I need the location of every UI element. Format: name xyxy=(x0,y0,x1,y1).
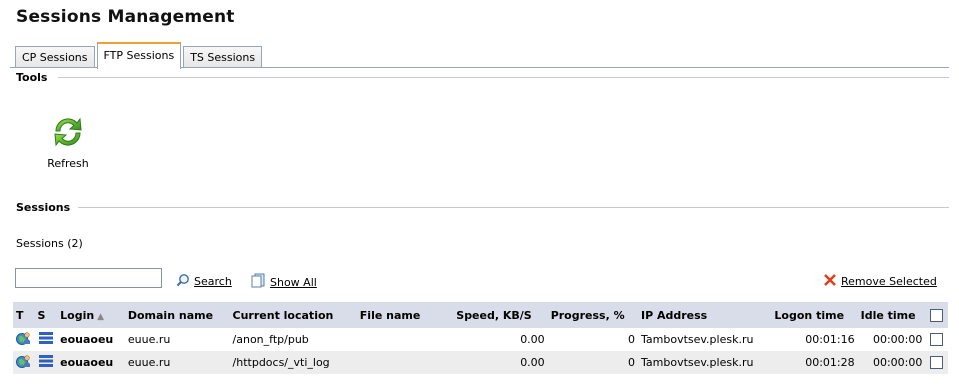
speed-cell: 0.00 xyxy=(520,333,545,346)
sessions-table: T S Login ▲ Domain name Current location … xyxy=(13,302,948,374)
search-icon xyxy=(176,273,194,290)
column-header-status[interactable]: S xyxy=(34,302,58,328)
progress-cell: 0 xyxy=(547,351,638,374)
select-cell xyxy=(925,351,948,374)
domain-cell: euue.ru xyxy=(127,333,171,346)
column-header-ip[interactable]: IP Address xyxy=(638,302,772,328)
sort-ascending-icon: ▲ xyxy=(97,311,105,322)
page-title: Sessions Management xyxy=(16,7,235,27)
location-cell: /anon_ftp/pub xyxy=(232,333,309,346)
idle-time-cell: 00:00:00 xyxy=(872,333,923,346)
file-name-cell xyxy=(357,328,453,351)
sessions-section-header: Sessions xyxy=(16,201,70,214)
search-label: Search xyxy=(194,275,232,288)
file-name-cell xyxy=(356,351,454,374)
refresh-icon xyxy=(50,114,86,153)
select-all-checkbox[interactable] xyxy=(930,308,944,322)
remove-icon xyxy=(823,273,841,290)
session-status-icon xyxy=(38,355,54,371)
logon-time-cell: 00:01:28 xyxy=(771,351,858,374)
tab-ftp-sessions[interactable]: FTP Sessions xyxy=(96,42,182,69)
session-type-cell xyxy=(13,351,35,374)
session-status-icon xyxy=(38,332,54,348)
select-cell xyxy=(925,328,948,351)
sessions-header-label: Sessions xyxy=(16,201,71,214)
session-status-cell xyxy=(35,328,58,351)
logon-time-cell: 00:01:16 xyxy=(805,333,855,346)
column-header-select-all xyxy=(925,302,948,328)
tab-ts-sessions[interactable]: TS Sessions xyxy=(183,46,263,68)
refresh-button[interactable]: Refresh xyxy=(40,114,96,170)
session-status-cell xyxy=(34,351,58,374)
row-select-checkbox[interactable] xyxy=(930,356,944,370)
idle-time-cell: 00:00:00 xyxy=(857,351,926,374)
show-all-button[interactable]: Show All xyxy=(250,273,317,291)
tab-cp-sessions[interactable]: CP Sessions xyxy=(15,46,95,68)
tools-divider xyxy=(58,77,949,78)
show-all-label: Show All xyxy=(270,275,317,289)
table-header-row: T S Login ▲ Domain name Current location … xyxy=(13,302,948,328)
session-type-cell xyxy=(13,328,35,351)
speed-cell: 0.00 xyxy=(453,351,548,374)
column-header-idle-time[interactable]: Idle time xyxy=(857,302,926,328)
ip-cell: Tambovtsev.plesk.ru xyxy=(641,333,754,346)
ip-cell: Tambovtsev.plesk.ru xyxy=(638,351,772,374)
tools-header-label: Tools xyxy=(16,71,48,84)
column-header-location[interactable]: Current location xyxy=(229,302,357,328)
table-row: eouaoeu euue.ru /httpdocs/_vti_log 0.00 … xyxy=(13,351,948,374)
remove-selected-label: Remove Selected xyxy=(841,275,937,288)
column-header-type[interactable]: T xyxy=(13,302,35,328)
column-header-login[interactable]: Login ▲ xyxy=(57,302,125,328)
table-row: eouaoeu euue.ru /anon_ftp/pub 0.00 0 Tam… xyxy=(13,328,948,351)
column-header-progress[interactable]: Progress, % xyxy=(547,302,638,328)
login-header-label: Login xyxy=(60,308,95,322)
login-cell: eouaoeu xyxy=(57,351,125,374)
domain-cell: euue.ru xyxy=(124,351,230,374)
remove-selected-button[interactable]: Remove Selected xyxy=(823,273,937,290)
column-header-file-name[interactable]: File name xyxy=(356,302,454,328)
row-select-checkbox[interactable] xyxy=(930,333,944,347)
refresh-label: Refresh xyxy=(47,157,89,170)
search-input[interactable] xyxy=(15,268,162,288)
login-cell: eouaoeu xyxy=(60,333,114,346)
column-header-speed[interactable]: Speed, KB/S xyxy=(453,302,548,328)
column-header-domain[interactable]: Domain name xyxy=(124,302,230,328)
search-button[interactable]: Search xyxy=(176,273,232,290)
globe-user-icon xyxy=(16,331,31,349)
tab-bar: CP Sessions FTP Sessions TS Sessions xyxy=(15,40,264,69)
show-all-icon xyxy=(250,273,270,291)
sessions-count: Sessions (2) xyxy=(16,237,83,250)
sessions-divider xyxy=(78,207,949,208)
globe-user-icon xyxy=(16,354,31,372)
tools-section-header: Tools xyxy=(16,71,47,84)
location-cell: /httpdocs/_vti_log xyxy=(229,351,357,374)
column-header-logon-time[interactable]: Logon time xyxy=(771,302,858,328)
progress-cell: 0 xyxy=(628,333,635,346)
